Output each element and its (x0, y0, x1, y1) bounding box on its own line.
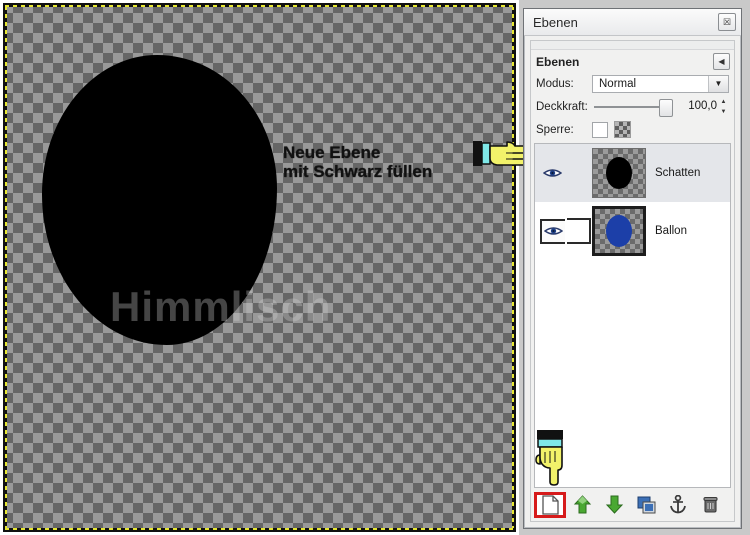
opacity-slider[interactable]: 100,0 ▲ ▼ (592, 98, 729, 117)
delete-layer-button[interactable] (694, 492, 726, 518)
mode-select[interactable]: Normal ▼ (592, 74, 729, 93)
lower-layer-button[interactable] (598, 492, 630, 518)
layer-link-cell[interactable] (566, 218, 592, 244)
layer-thumbnail[interactable] (592, 206, 646, 256)
dialog-menu-icon[interactable]: ◀ (713, 53, 730, 70)
anchor-icon (670, 495, 686, 514)
layer-row-schatten[interactable]: Schatten (535, 144, 730, 202)
dialog-title: Ebenen (533, 14, 578, 30)
chevron-down-icon[interactable]: ▼ (708, 75, 728, 92)
arrow-down-icon (605, 495, 623, 514)
stepper-up-icon[interactable]: ▲ (721, 99, 727, 105)
opacity-row: Deckkraft: 100,0 ▲ ▼ (531, 95, 734, 118)
close-icon[interactable]: ☒ (718, 13, 736, 31)
lock-pixels-checkbox[interactable] (592, 121, 608, 138)
pointing-hand-down-icon (535, 430, 563, 486)
layers-section-header: Ebenen ◀ (531, 50, 734, 72)
duplicate-layers-icon (637, 496, 655, 513)
new-layer-icon (541, 494, 559, 515)
anchor-layer-button[interactable] (662, 492, 694, 518)
layer-name-label: Schatten (655, 167, 701, 179)
opacity-value[interactable]: 100,0 (677, 98, 719, 115)
layer-visibility-cell[interactable] (539, 218, 566, 244)
layer-visibility-cell[interactable] (539, 163, 566, 184)
mode-value: Normal (599, 77, 637, 90)
opacity-slider-knob[interactable] (659, 98, 673, 117)
eye-icon[interactable] (541, 163, 564, 184)
stepper-down-icon[interactable]: ▼ (721, 109, 727, 115)
lock-row: Sperre: (531, 118, 734, 141)
duplicate-layer-button[interactable] (630, 492, 662, 518)
opacity-label: Deckkraft: (536, 100, 588, 113)
dialog-tabstrip[interactable] (531, 41, 734, 50)
screen-root: Himmlisch Neue Ebene mit Schwarz füllen … (0, 0, 750, 535)
layer-name-label: Ballon (655, 225, 687, 237)
lock-alpha-icon[interactable] (614, 121, 631, 138)
mode-label: Modus: (536, 77, 574, 90)
opacity-stepper[interactable]: ▲ ▼ (719, 99, 728, 115)
layer-thumb-shape (606, 157, 632, 189)
lock-label: Sperre: (536, 123, 574, 136)
chain-link-icon[interactable] (567, 218, 591, 244)
raise-layer-button[interactable] (566, 492, 598, 518)
trash-icon (702, 496, 718, 513)
pointing-hand-right-icon (473, 141, 529, 166)
eye-icon[interactable] (540, 218, 565, 244)
layer-row-ballon[interactable]: Ballon (535, 202, 730, 260)
mode-row: Modus: Normal ▼ (531, 72, 734, 95)
new-layer-button[interactable] (534, 491, 566, 518)
layer-thumbnail[interactable] (592, 148, 646, 198)
dialog-titlebar[interactable]: Ebenen ☒ (524, 9, 741, 36)
instruction-annotation: Neue Ebene mit Schwarz füllen (283, 143, 433, 182)
image-canvas[interactable]: Himmlisch Neue Ebene mit Schwarz füllen (0, 0, 519, 535)
layers-toolbar (534, 490, 731, 519)
layer-thumb-shape (606, 215, 632, 247)
layers-section-title: Ebenen (536, 54, 580, 69)
arrow-up-icon (573, 495, 591, 514)
